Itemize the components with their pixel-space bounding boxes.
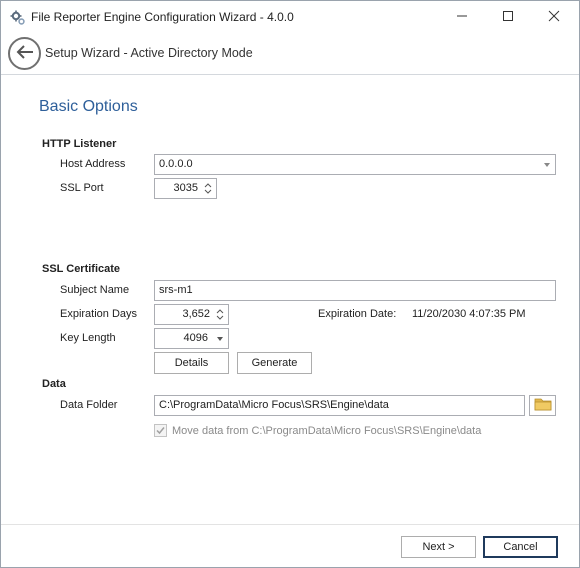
back-button[interactable] (8, 37, 41, 70)
expiration-date-label: Expiration Date: (318, 308, 397, 320)
key-length-value: 4096 (183, 332, 208, 344)
wizard-content: Basic Options HTTP Listener Host Address… (1, 76, 579, 524)
wizard-footer: Next > Cancel (1, 524, 579, 567)
minimize-icon (456, 10, 468, 25)
generate-button[interactable]: Generate (237, 352, 312, 374)
next-button[interactable]: Next > (401, 536, 476, 558)
chevron-down-icon (216, 334, 224, 342)
page-title: Basic Options (39, 98, 138, 115)
key-length-label: Key Length (60, 332, 116, 344)
expiration-date-value: 11/20/2030 4:07:35 PM (412, 308, 526, 320)
wizard-header: Setup Wizard - Active Directory Mode (1, 33, 579, 75)
subject-name-label: Subject Name (60, 284, 130, 296)
cancel-button[interactable]: Cancel (483, 536, 558, 558)
ssl-port-value: 3035 (173, 182, 198, 194)
browse-folder-button[interactable] (529, 395, 556, 416)
details-button[interactable]: Details (154, 352, 229, 374)
chevron-down-icon (543, 160, 551, 168)
ssl-port-label: SSL Port (60, 182, 104, 194)
host-address-value: 0.0.0.0 (159, 158, 193, 170)
close-window-button[interactable] (531, 1, 577, 33)
expiration-days-value: 3,652 (182, 308, 210, 320)
move-data-checkbox[interactable] (154, 424, 167, 437)
ssl-certificate-section: SSL Certificate (42, 263, 121, 275)
spinner-arrows-icon[interactable] (215, 307, 225, 322)
http-listener-section: HTTP Listener (42, 138, 117, 150)
title-bar: File Reporter Engine Configuration Wizar… (1, 1, 579, 33)
minimize-button[interactable] (439, 1, 485, 33)
maximize-button[interactable] (485, 1, 531, 33)
close-icon (548, 10, 560, 25)
expiration-days-label: Expiration Days (60, 308, 138, 320)
window-title: File Reporter Engine Configuration Wizar… (31, 10, 294, 24)
key-length-dropdown[interactable]: 4096 (154, 328, 229, 349)
data-section: Data (42, 378, 66, 390)
data-folder-label: Data Folder (60, 399, 118, 411)
spinner-arrows-icon[interactable] (203, 181, 213, 196)
move-data-option: Move data from C:\ProgramData\Micro Focu… (154, 424, 481, 437)
folder-icon (534, 397, 552, 414)
data-folder-input[interactable]: C:\ProgramData\Micro Focus\SRS\Engine\da… (154, 395, 525, 416)
ssl-port-stepper[interactable]: 3035 (154, 178, 217, 199)
subject-name-input[interactable]: srs-m1 (154, 280, 556, 301)
wizard-window: File Reporter Engine Configuration Wizar… (0, 0, 580, 568)
expiration-days-stepper[interactable]: 3,652 (154, 304, 229, 325)
move-data-label: Move data from C:\ProgramData\Micro Focu… (172, 424, 482, 437)
maximize-icon (502, 10, 514, 25)
host-address-label: Host Address (60, 158, 126, 170)
host-address-dropdown[interactable]: 0.0.0.0 (154, 154, 556, 175)
gear-icon (10, 10, 26, 26)
wizard-subtitle: Setup Wizard - Active Directory Mode (45, 46, 253, 60)
back-arrow-icon (16, 45, 34, 62)
